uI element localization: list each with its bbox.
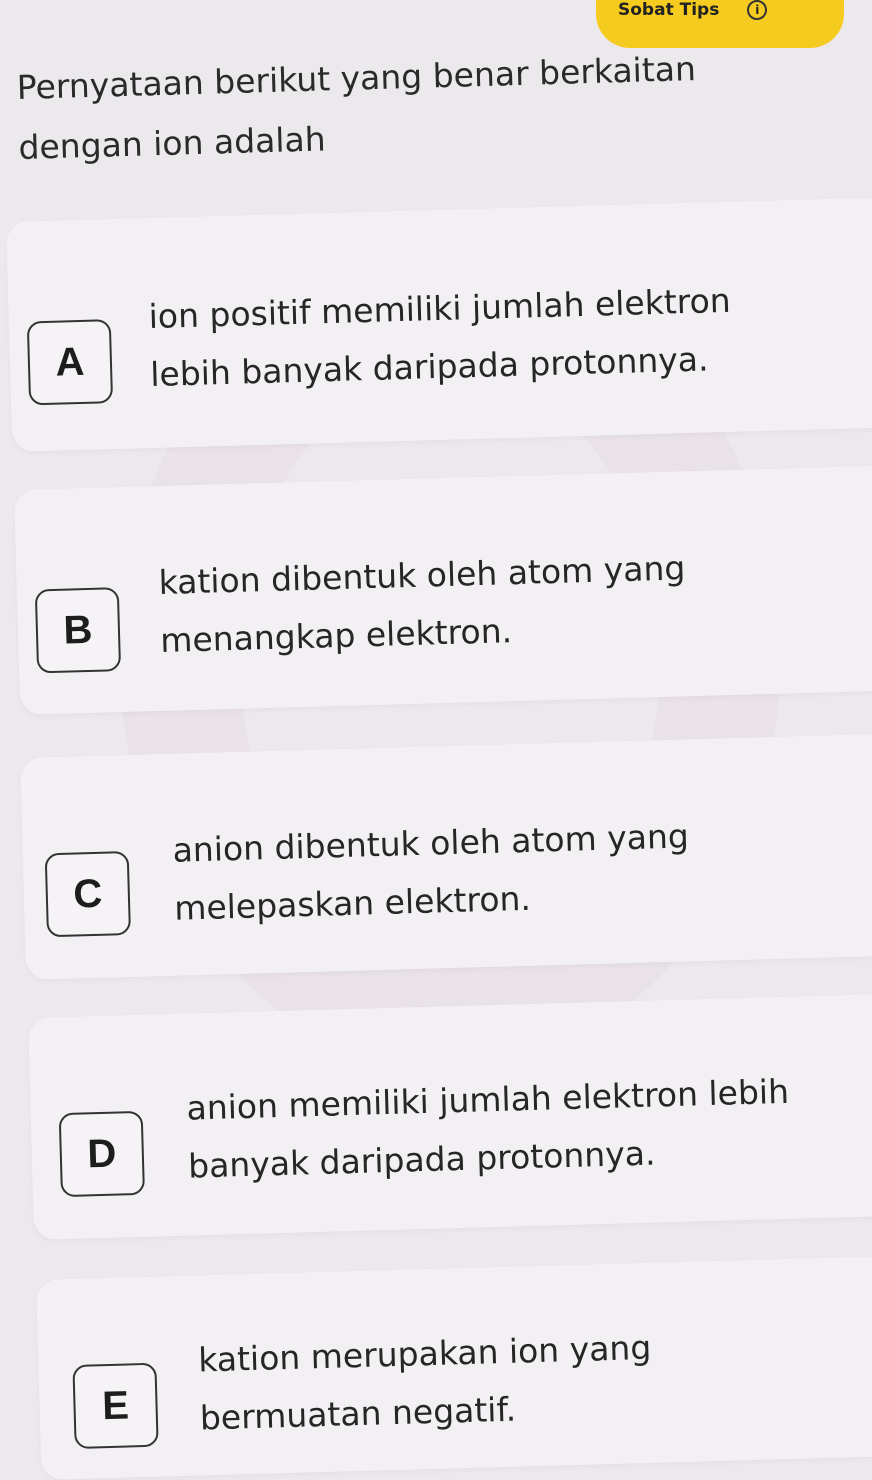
option-d-line-2: banyak daripada protonnya. xyxy=(187,1133,656,1186)
option-c-line-1: anion dibentuk oleh atom yang xyxy=(172,816,690,870)
option-a-line-2: lebih banyak daripada protonnya. xyxy=(149,339,709,395)
option-e-text: kation merupakan ion yang bermuatan nega… xyxy=(198,1319,654,1448)
option-b-line-1: kation dibentuk oleh atom yang xyxy=(158,548,686,602)
option-b-letter: B xyxy=(34,587,122,674)
option-c-text: anion dibentuk oleh atom yang melepaskan… xyxy=(172,807,691,937)
question-line-1: Pernyataan berikut yang benar berkaitan xyxy=(16,49,697,107)
option-e-line-2: bermuatan negatif. xyxy=(199,1389,517,1438)
option-d-line-1: anion memiliki jumlah elektron lebih xyxy=(186,1071,790,1128)
option-e-letter: E xyxy=(72,1362,159,1449)
info-icon[interactable]: i xyxy=(747,0,768,20)
option-d-text: anion memiliki jumlah elektron lebih ban… xyxy=(186,1063,792,1196)
option-a[interactable]: A ion positif memiliki jumlah elektron l… xyxy=(6,197,872,452)
option-d[interactable]: D anion memiliki jumlah elektron lebih b… xyxy=(28,993,872,1240)
option-d-letter: D xyxy=(58,1110,145,1198)
option-c-line-2: melepaskan elektron. xyxy=(173,878,532,928)
option-c-letter: C xyxy=(44,851,131,938)
option-b-text: kation dibentuk oleh atom yang menangkap… xyxy=(158,539,688,670)
option-b-line-2: menangkap elektron. xyxy=(159,611,513,660)
question-text: Pernyataan berikut yang benar berkaitan … xyxy=(16,36,819,178)
option-a-line-1: ion positif memiliki jumlah elektron xyxy=(148,280,732,337)
question-line-2: dengan ion adalah xyxy=(17,119,327,167)
option-e-line-1: kation merupakan ion yang xyxy=(197,1327,652,1380)
option-b[interactable]: B kation dibentuk oleh atom yang menangk… xyxy=(14,465,872,715)
option-a-letter: A xyxy=(26,319,114,406)
option-c[interactable]: C anion dibentuk oleh atom yang melepask… xyxy=(20,733,872,980)
option-e[interactable]: E kation merupakan ion yang bermuatan ne… xyxy=(36,1255,872,1480)
option-a-text: ion positif memiliki jumlah elektron leb… xyxy=(148,272,733,404)
sobat-tips-label: Sobat Tips xyxy=(618,0,720,20)
